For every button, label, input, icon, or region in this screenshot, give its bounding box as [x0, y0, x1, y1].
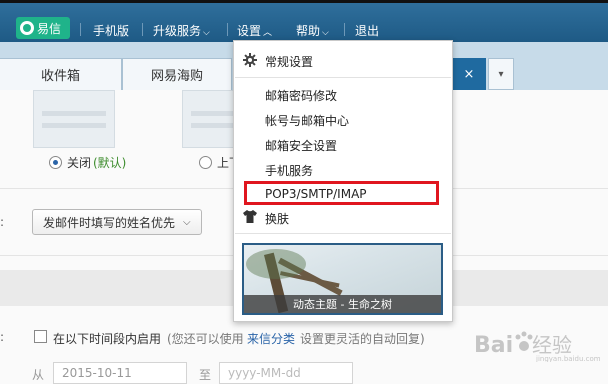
- chevron-down-icon: ⌵: [203, 28, 210, 38]
- nav-help-label: 帮助: [296, 24, 321, 38]
- radio-off-label: 关闭: [67, 156, 92, 170]
- nav-settings-link[interactable]: 设置 ︿: [237, 22, 272, 39]
- row-label-fragment: :: [0, 330, 5, 344]
- annotation-highlight-box: [244, 181, 439, 205]
- tab-netease-shopping[interactable]: 网易海购: [122, 58, 232, 90]
- menu-item-security[interactable]: 邮箱安全设置: [265, 137, 337, 154]
- theme-caption: 动态主题 - 生命之树: [244, 295, 441, 313]
- theme-preview-thumbnail[interactable]: 动态主题 - 生命之树: [242, 243, 443, 315]
- chevron-down-icon: ⌵: [183, 216, 191, 228]
- to-date-input[interactable]: yyyy-MM-dd: [219, 362, 353, 384]
- menu-item-password[interactable]: 邮箱密码修改: [265, 87, 337, 104]
- chevron-up-icon: ︿: [263, 28, 273, 38]
- nav-logout-link[interactable]: 退出: [355, 22, 379, 39]
- yixin-logo-icon: [20, 21, 34, 35]
- hint-suffix: 设置更灵活的自动回复): [300, 332, 425, 346]
- from-date-input[interactable]: 2015-10-11: [53, 362, 187, 384]
- nav-mobile-link[interactable]: 手机版: [93, 22, 129, 39]
- chevron-down-icon: ⌵: [322, 28, 329, 38]
- enable-period-checkbox[interactable]: [34, 330, 47, 343]
- yixin-label: 易信: [37, 21, 62, 36]
- nav-divider: [80, 23, 81, 36]
- menu-item-mobile-service[interactable]: 手机服务: [265, 162, 313, 179]
- settings-dropdown-menu: 常规设置 邮箱密码修改 帐号与邮箱中心 邮箱安全设置 手机服务 POP3/SMT…: [233, 40, 453, 322]
- menu-item-skin[interactable]: 换肤: [265, 210, 289, 227]
- nav-settings-label: 设置: [237, 24, 262, 38]
- nav-upgrade-label: 升级服务: [153, 24, 202, 38]
- enable-period-label: 在以下时间段内启用: [53, 332, 162, 346]
- sender-name-select-value: 发邮件时填写的姓名优先: [43, 215, 176, 230]
- to-label: 至: [199, 368, 212, 382]
- layout-preview-off: [33, 90, 115, 148]
- active-tab-close-button[interactable]: ×: [452, 58, 486, 90]
- tshirt-icon: [243, 210, 257, 223]
- menu-divider: [235, 77, 451, 78]
- sender-name-select[interactable]: 发邮件时填写的姓名优先 ⌵: [32, 209, 202, 235]
- yixin-button[interactable]: 易信: [16, 17, 70, 39]
- tab-inbox[interactable]: 收件箱: [0, 58, 122, 90]
- nav-divider: [344, 23, 345, 36]
- tab-overflow-button[interactable]: ▾: [488, 58, 514, 90]
- menu-divider: [235, 233, 451, 234]
- hint-prefix: (您还可以使用: [167, 332, 244, 346]
- foliage: [246, 249, 306, 279]
- close-icon: ×: [463, 66, 475, 82]
- svg-text:jingyan.baidu.com: jingyan.baidu.com: [535, 355, 601, 362]
- radio-off[interactable]: [49, 156, 62, 169]
- nav-divider: [142, 23, 143, 36]
- top-navigation-bar: 易信 手机版 升级服务 ⌵ 设置 ︿ 帮助 ⌵ 退出: [0, 0, 608, 42]
- radio-off-default-label: (默认): [93, 156, 127, 170]
- menu-general-settings[interactable]: 常规设置: [265, 53, 313, 70]
- nav-help-link[interactable]: 帮助 ⌵: [296, 22, 329, 39]
- nav-divider: [227, 23, 228, 36]
- nav-upgrade-link[interactable]: 升级服务 ⌵: [153, 22, 210, 39]
- svg-text:Bai: Bai: [474, 333, 513, 358]
- chevron-down-icon: ▾: [498, 68, 504, 80]
- row-label-fragment: :: [0, 215, 5, 229]
- svg-text:经验: 经验: [532, 333, 572, 357]
- baidu-watermark-logo: Bai 经验 jingyan.baidu.com: [474, 331, 601, 362]
- radio-top-bottom[interactable]: [199, 156, 212, 169]
- menu-item-account-center[interactable]: 帐号与邮箱中心: [265, 112, 349, 129]
- mail-classify-link[interactable]: 来信分类: [247, 330, 295, 347]
- from-label: 从: [32, 368, 45, 382]
- gear-icon: [243, 53, 257, 67]
